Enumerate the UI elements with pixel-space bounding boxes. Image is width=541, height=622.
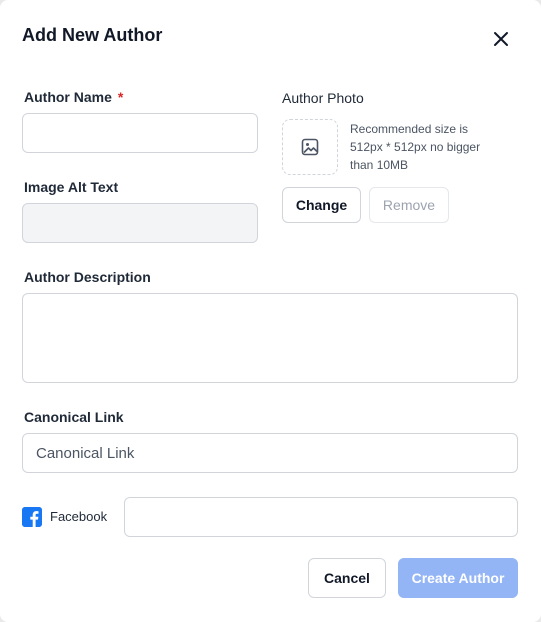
author-description-label: Author Description: [24, 269, 151, 285]
author-name-input[interactable]: [22, 113, 258, 153]
facebook-label: Facebook: [50, 509, 108, 524]
photo-placeholder[interactable]: [282, 119, 338, 175]
canonical-link-input[interactable]: [22, 433, 518, 473]
author-photo-label: Author Photo: [282, 90, 364, 106]
required-mark: *: [117, 89, 124, 105]
change-photo-button[interactable]: Change: [282, 187, 361, 223]
cancel-button[interactable]: Cancel: [308, 558, 386, 598]
canonical-link-label: Canonical Link: [24, 409, 124, 425]
photo-size-hint: Recommended size is 512px * 512px no big…: [350, 122, 481, 172]
remove-photo-button[interactable]: Remove: [369, 187, 449, 223]
facebook-icon: [22, 507, 42, 527]
image-alt-text-input[interactable]: [22, 203, 258, 243]
close-icon[interactable]: [490, 28, 512, 50]
create-author-button[interactable]: Create Author: [398, 558, 518, 598]
image-alt-text-label: Image Alt Text: [24, 179, 119, 195]
author-name-label: Author Name *: [24, 89, 123, 105]
image-icon: [301, 138, 319, 156]
author-description-textarea[interactable]: [22, 293, 518, 383]
add-author-dialog: Add New Author Author Name * Image Alt Te…: [0, 0, 541, 622]
dialog-title: Add New Author: [22, 25, 163, 45]
author-name-label-text: Author Name: [24, 89, 112, 105]
facebook-input[interactable]: [124, 497, 518, 537]
